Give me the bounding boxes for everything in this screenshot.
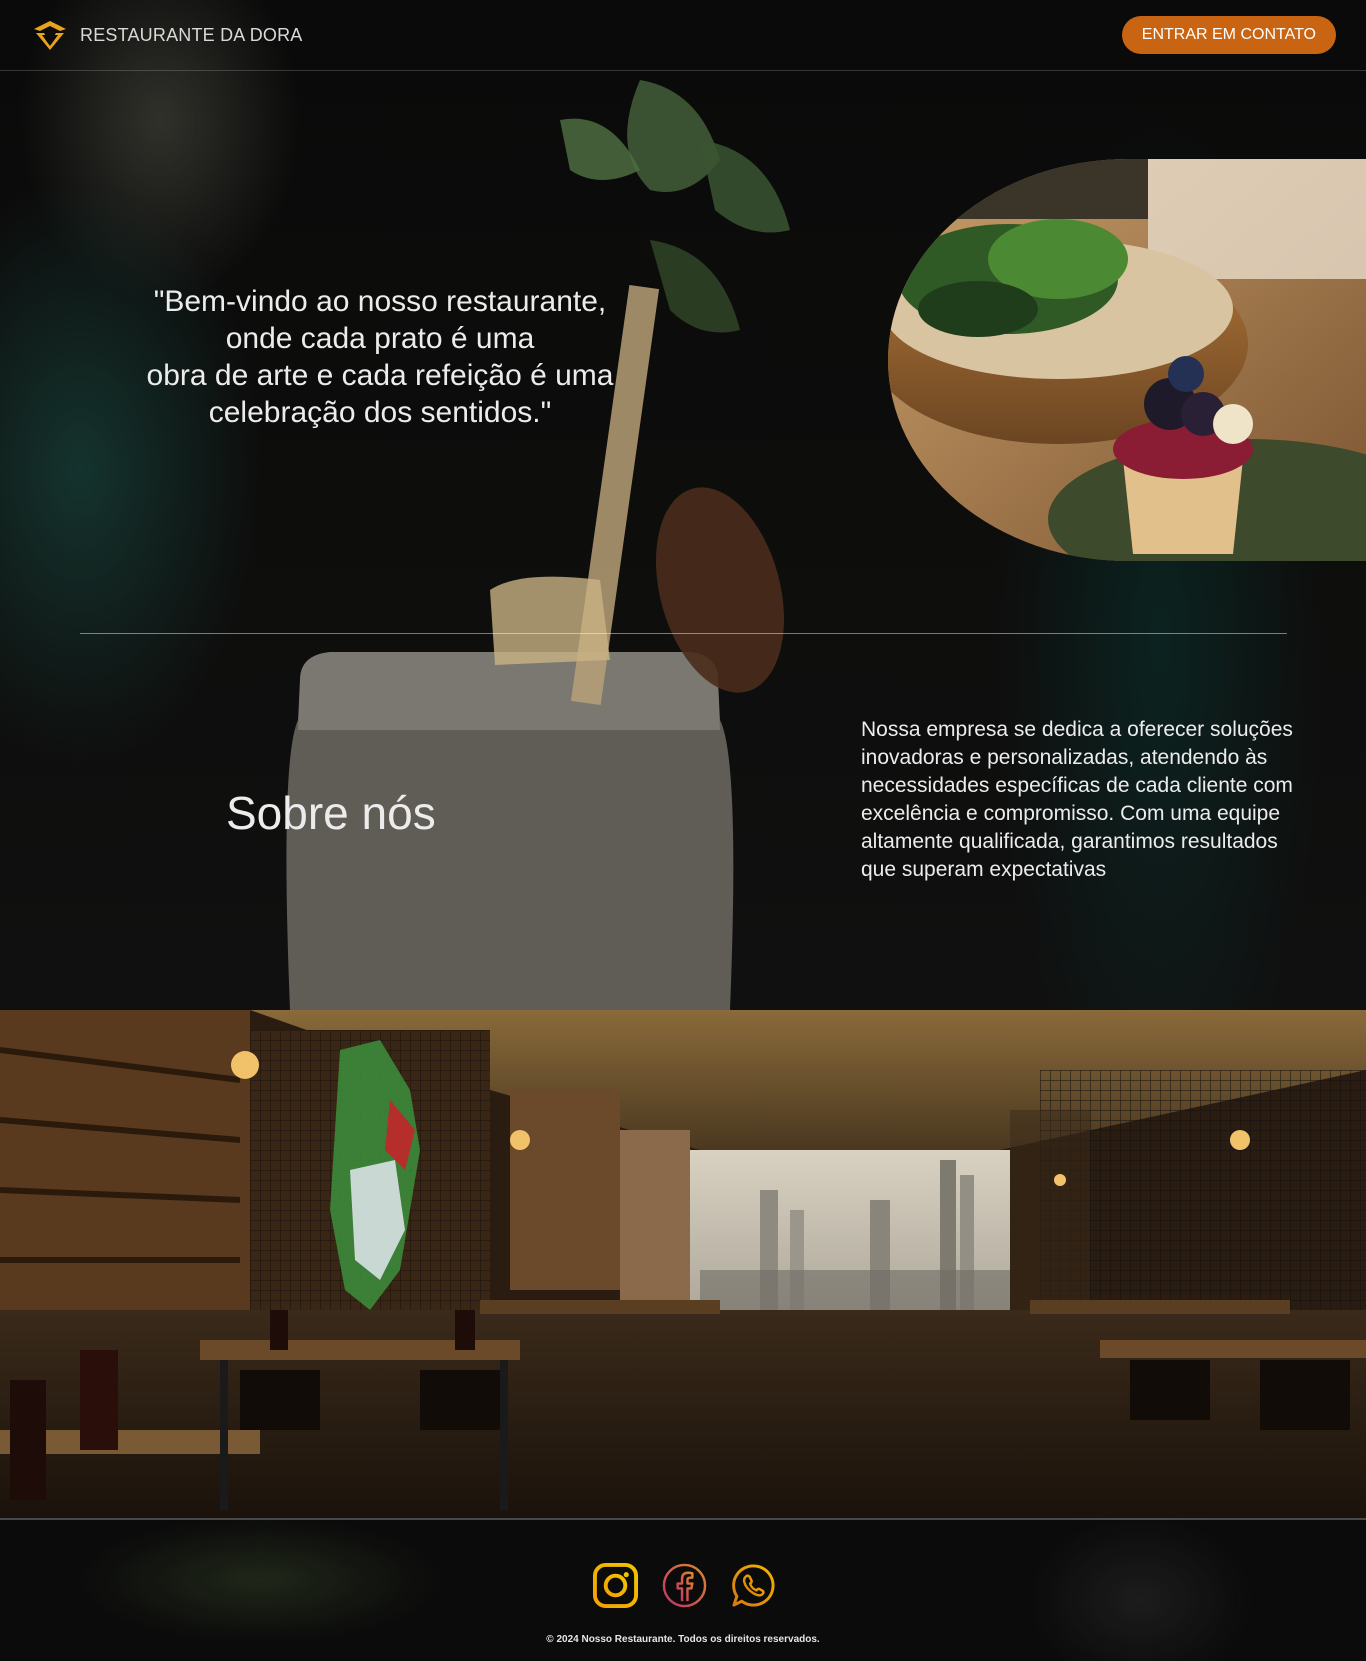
- section-divider: [80, 633, 1287, 634]
- whatsapp-icon[interactable]: [730, 1562, 777, 1609]
- brand[interactable]: RESTAURANTE DA DORA: [32, 19, 303, 51]
- instagram-icon[interactable]: [592, 1562, 639, 1609]
- logo-icon: [34, 21, 66, 50]
- restaurant-interior-image: [0, 1010, 1366, 1518]
- about-title: Sobre nós: [226, 787, 436, 839]
- hero-quote-line: onde cada prato é uma: [225, 322, 535, 355]
- site-header: RESTAURANTE DA DORA ENTRAR EM CONTATO: [0, 0, 1366, 71]
- brand-name: RESTAURANTE DA DORA: [80, 24, 303, 45]
- facebook-icon[interactable]: [661, 1562, 708, 1609]
- hero-quote-line: "Bem-vindo ao nosso restaurante,: [153, 285, 607, 318]
- copyright-text: © 2024 Nosso Restaurante. Todos os direi…: [546, 1634, 820, 1645]
- site-footer: © 2024 Nosso Restaurante. Todos os direi…: [0, 1518, 1366, 1661]
- food-dish-image: [888, 159, 1366, 561]
- about-text: Nossa empresa se dedica a oferecer soluç…: [861, 718, 1293, 881]
- hero-quote: "Bem-vindo ao nosso restaurante, onde ca…: [110, 283, 650, 431]
- hero-quote-line: obra de arte e cada refeição é uma: [146, 359, 614, 392]
- hero-quote-line: celebração dos sentidos.": [208, 396, 552, 429]
- social-links: [592, 1562, 777, 1609]
- contact-button[interactable]: ENTRAR EM CONTATO: [1121, 16, 1336, 54]
